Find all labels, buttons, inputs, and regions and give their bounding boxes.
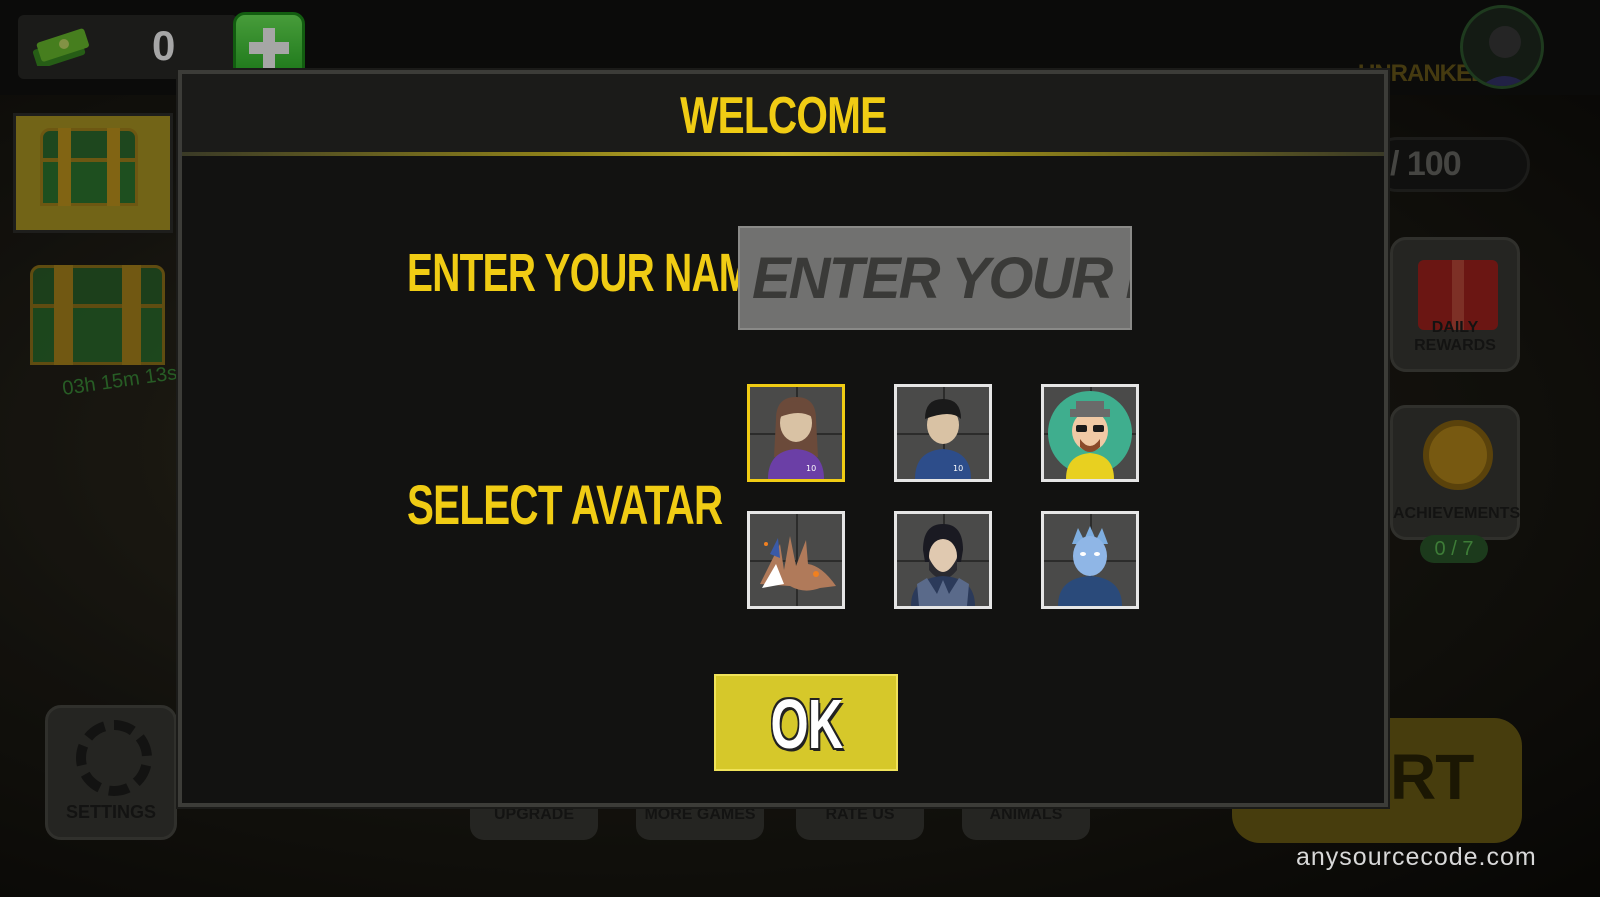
avatar-option-3[interactable] [1041, 384, 1139, 482]
ok-label-text: OK [769, 685, 843, 763]
dialog-title: WELCOME [182, 86, 1384, 146]
bald-man-glasses-avatar-icon [1048, 391, 1132, 479]
welcome-dialog: WELCOME ENTER YOUR NAME SELECT AVATAR 10… [178, 70, 1388, 807]
ok-button[interactable]: OK [714, 674, 898, 771]
header-divider [182, 152, 1384, 156]
avatar-option-2[interactable]: 10 [894, 384, 992, 482]
bearded-warrior-avatar-icon [911, 524, 975, 606]
avatar-option-1[interactable]: 10 [747, 384, 845, 482]
ice-king-avatar-icon [1058, 526, 1122, 606]
name-label-text: ENTER YOUR NAME [407, 243, 776, 303]
avatar-label-text: SELECT AVATAR [407, 473, 723, 536]
svg-text:10: 10 [953, 464, 963, 473]
boy-avatar-icon: 10 [915, 399, 971, 479]
watermark: anysourcecode.com [1296, 843, 1537, 871]
dragon-avatar-icon [760, 536, 836, 591]
ok-label: OK [716, 684, 896, 764]
avatar-option-6[interactable] [1041, 511, 1139, 609]
avatar-option-4[interactable] [747, 511, 845, 609]
girl-avatar-icon: 10 [768, 397, 824, 479]
name-input[interactable] [738, 226, 1132, 330]
svg-text:10: 10 [806, 464, 816, 473]
dialog-title-text: WELCOME [679, 87, 887, 145]
dialog-header: WELCOME [182, 74, 1384, 156]
avatar-option-5[interactable] [894, 511, 992, 609]
